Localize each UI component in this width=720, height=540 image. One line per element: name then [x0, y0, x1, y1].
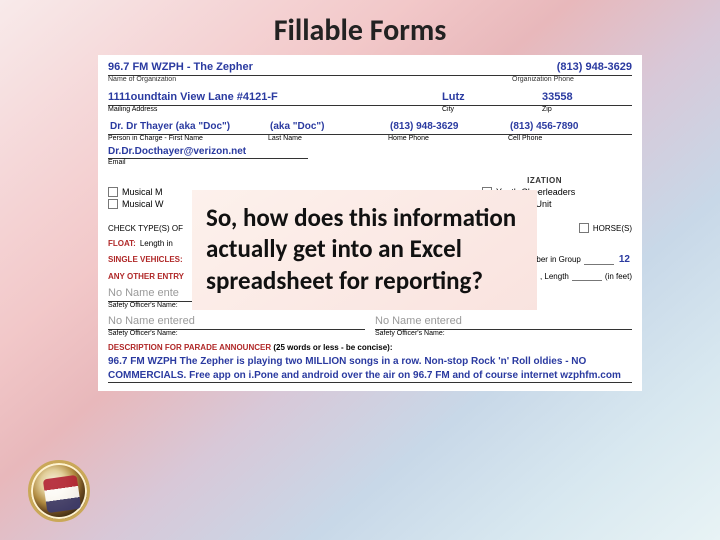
home-phone-label: Home Phone: [388, 135, 508, 142]
street-value: 1111oundtain View Lane #4121-F: [108, 89, 442, 105]
org-phone-value: (813) 948-3629: [512, 59, 632, 75]
number-in-group-label: nber in Group: [532, 255, 581, 264]
announcer-desc-label: DESCRIPTION FOR PARADE ANNOUNCER: [108, 343, 271, 352]
city-label: City: [442, 106, 542, 113]
org-phone-label: Organization Phone: [512, 76, 632, 83]
cell-phone-value: (813) 456-7890: [508, 119, 632, 134]
zip-value: 33558: [542, 89, 632, 105]
first-name-value: Dr. Dr Thayer (aka "Doc"): [108, 119, 268, 134]
home-phone-value: (813) 948-3629: [388, 119, 508, 134]
length-label: , Length: [540, 272, 569, 281]
seal-logo-icon: [28, 460, 90, 522]
announcer-hint: (25 words or less - be concise):: [273, 343, 392, 352]
checkbox-icon: [579, 223, 589, 233]
safety-officer-2a-value: No Name entered: [108, 313, 365, 330]
single-vehicles-label: SINGLE VEHICLES:: [108, 255, 183, 264]
first-name-label: Person in Charge - First Name: [108, 135, 268, 142]
float-length-label: Length in: [140, 239, 173, 248]
check-types-label: CHECK TYPE(S) OF: [108, 224, 183, 233]
partial-heading: IZATION: [108, 176, 632, 185]
street-label: Mailing Address: [108, 106, 442, 113]
horses-label: HORSE(S): [593, 224, 632, 233]
float-label: FLOAT:: [108, 239, 136, 248]
any-other-entry-label: ANY OTHER ENTRY: [108, 272, 184, 281]
org-name-value: 96.7 FM WZPH - The Zepher: [108, 59, 512, 75]
slide-title: Fillable Forms: [0, 0, 720, 55]
zip-label: Zip: [542, 106, 632, 113]
org-name-label: Name of Organization: [108, 76, 512, 83]
checkbox-icon: [108, 187, 118, 197]
last-name-label: Last Name: [268, 135, 388, 142]
email-value: Dr.Dr.Docthayer@verizon.net: [108, 146, 308, 159]
cell-phone-label: Cell Phone: [508, 135, 632, 142]
checkbox-icon: [108, 199, 118, 209]
email-label: Email: [108, 159, 632, 166]
city-value: Lutz: [442, 89, 542, 105]
announcer-text: 96.7 FM WZPH The Zepher is playing two M…: [108, 355, 632, 383]
safety-officer-2b-label: Safety Officer's Name:: [375, 330, 632, 337]
safety-officer-2b-value: No Name entered: [375, 313, 632, 330]
safety-officer-2a-label: Safety Officer's Name:: [108, 330, 365, 337]
overlay-callout: So, how does this information actually g…: [192, 190, 537, 310]
number-in-group-value: 12: [617, 254, 632, 265]
in-feet-label: (in feet): [605, 272, 632, 281]
last-name-value: (aka "Doc"): [268, 119, 388, 134]
